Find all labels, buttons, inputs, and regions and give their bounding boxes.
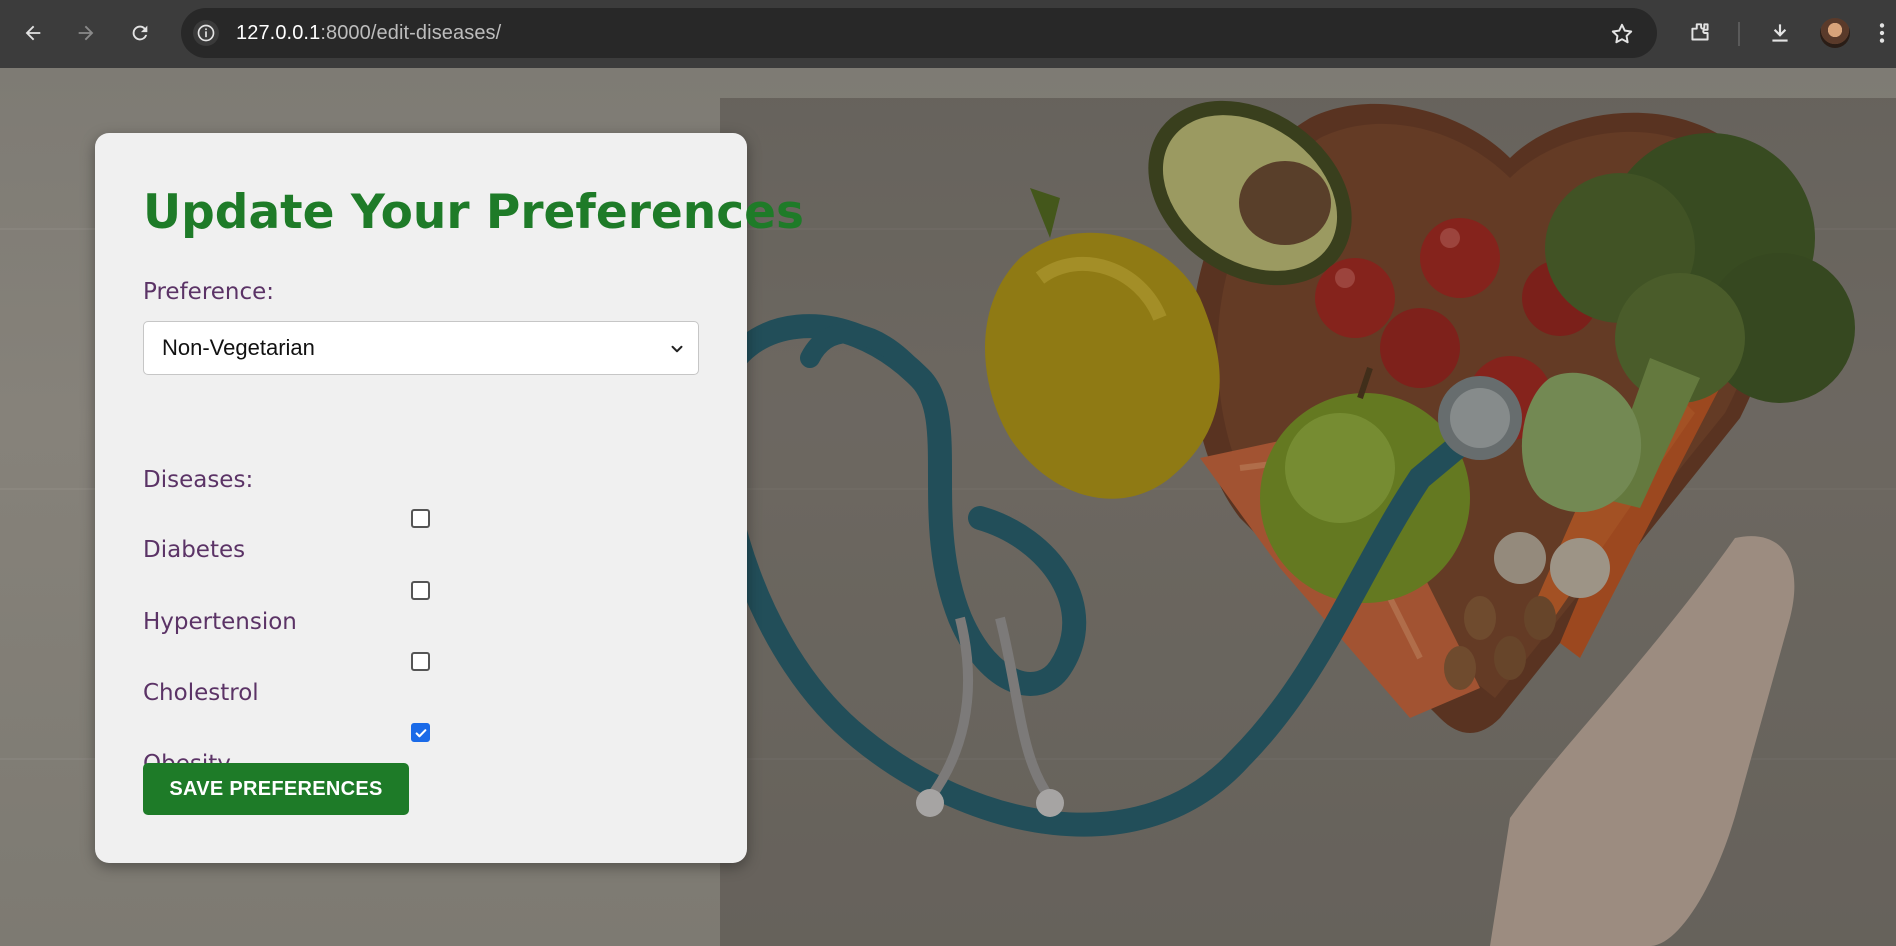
more-menu-icon[interactable]: [1874, 19, 1890, 47]
toolbar-divider: [1738, 22, 1740, 46]
healthy-food-heart-image: [720, 98, 1896, 946]
disease-checkbox-cholestrol[interactable]: [411, 652, 430, 671]
checkmark-icon: [415, 729, 427, 738]
preferences-card: Update Your Preferences Preference: Non-…: [95, 133, 804, 863]
download-icon[interactable]: [1766, 19, 1794, 47]
profile-avatar[interactable]: [1820, 18, 1850, 48]
disease-checkbox-diabetes[interactable]: [411, 509, 430, 528]
save-preferences-button[interactable]: SAVE PREFERENCES: [143, 763, 409, 815]
disease-checkbox-obesity[interactable]: [411, 723, 430, 742]
url-text: 127.0.0.1:8000/edit-diseases/: [236, 22, 501, 45]
browser-toolbar: 127.0.0.1:8000/edit-diseases/: [0, 0, 1896, 68]
url-host: 127.0.0.1: [236, 22, 321, 44]
site-info-icon[interactable]: [193, 20, 219, 46]
forward-arrow-icon[interactable]: [72, 19, 100, 47]
chevron-down-icon: [671, 345, 683, 353]
disease-checkbox-hypertension[interactable]: [411, 581, 430, 600]
disease-label-diabetes: Diabetes: [143, 537, 246, 563]
disease-label-hypertension: Hypertension: [143, 609, 297, 635]
page-title: Update Your Preferences: [143, 185, 804, 240]
page-background: Update Your Preferences Preference: Non-…: [0, 68, 1896, 946]
preference-label: Preference:: [143, 279, 275, 305]
url-path: :8000/edit-diseases/: [320, 22, 502, 44]
extensions-icon[interactable]: [1686, 19, 1714, 47]
reload-icon[interactable]: [126, 19, 154, 47]
preference-selected-value: Non-Vegetarian: [162, 335, 315, 360]
back-arrow-icon[interactable]: [19, 19, 47, 47]
address-bar[interactable]: 127.0.0.1:8000/edit-diseases/: [181, 8, 1657, 58]
preference-select[interactable]: Non-Vegetarian: [143, 321, 699, 375]
diseases-label: Diseases:: [143, 467, 254, 493]
bookmark-star-icon[interactable]: [1609, 21, 1635, 52]
disease-label-cholestrol: Cholestrol: [143, 680, 259, 706]
